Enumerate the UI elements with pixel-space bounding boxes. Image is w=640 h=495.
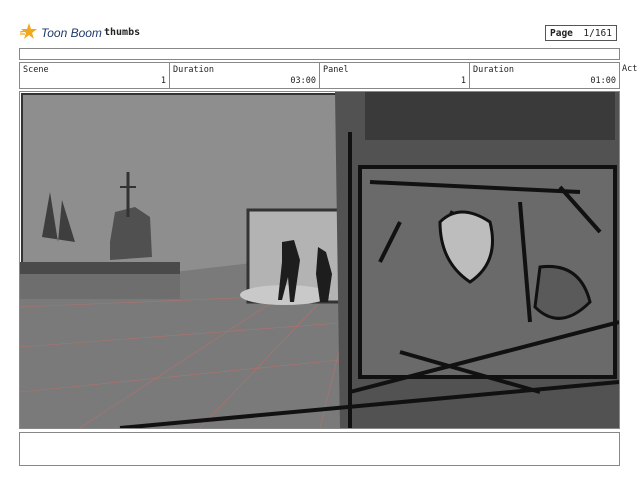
toon-boom-logo: Toon Boom <box>19 22 102 44</box>
panel-duration-value: 01:00 <box>590 76 616 86</box>
scene-duration-value: 03:00 <box>290 76 316 86</box>
sketch-image <box>20 92 619 428</box>
action-label: Act <box>622 64 638 74</box>
notes-area <box>19 432 620 466</box>
page-number: 1/161 <box>583 27 612 39</box>
header-strip <box>19 48 620 60</box>
scene-label: Scene <box>23 65 49 75</box>
scene-value: 1 <box>160 76 166 86</box>
scene-duration-label: Duration <box>173 65 214 75</box>
panel-duration-cell: Duration 01:00 <box>469 62 620 89</box>
panel-label: Panel <box>323 65 349 75</box>
storyboard-panel <box>19 91 620 429</box>
page-label: Page <box>550 27 573 39</box>
panel-cell: Panel 1 <box>319 62 470 89</box>
panel-value: 1 <box>460 76 466 86</box>
logo-text: Toon Boom <box>41 26 102 40</box>
panel-duration-label: Duration <box>473 65 514 75</box>
page-indicator: Page 1/161 <box>545 25 617 41</box>
document-name: thumbs <box>104 27 141 38</box>
scene-duration-cell: Duration 03:00 <box>169 62 320 89</box>
scene-cell: Scene 1 <box>19 62 170 89</box>
star-icon <box>19 22 38 44</box>
